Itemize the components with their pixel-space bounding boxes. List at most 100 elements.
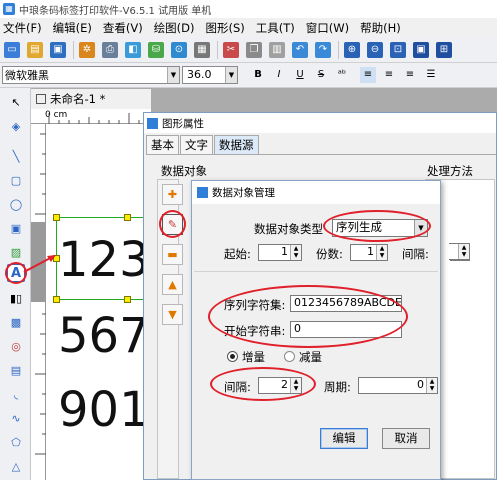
paste-icon[interactable]: ▥ (269, 41, 285, 58)
menu-shape[interactable]: 图形(S) (206, 20, 245, 36)
undo-icon[interactable]: ↶ (292, 41, 308, 58)
object-type-label: 数据对象类型 (254, 222, 323, 236)
horizontal-ruler: 0 cm (31, 109, 151, 124)
print-icon[interactable]: ⎙ (102, 41, 118, 58)
increase-radio[interactable] (227, 351, 238, 362)
resize-handle[interactable] (53, 214, 60, 221)
period-label: 周期: (324, 380, 351, 394)
copies-label: 份数: (316, 247, 343, 261)
highlight-oval (159, 210, 186, 238)
start-spinner[interactable]: 1 ▲ ▼ (258, 244, 302, 261)
document-tab-label: 未命名-1 * (50, 92, 106, 106)
spinner-arrows-icon[interactable]: ▲ ▼ (376, 245, 387, 260)
new-icon[interactable]: ▭ (4, 41, 20, 58)
move-down-icon[interactable]: ▼ (162, 304, 183, 325)
superscript-icon[interactable]: ᵃᵇ (334, 67, 350, 83)
main-toolbar: ▭ ▤ ▣ ✲ ⎙ ◧ ⛁ ⊙ ▦ ✂ ❐ ▥ ↶ ↷ ⊕ ⊖ ⊡ ▣ ⊞ (0, 37, 497, 63)
resize-handle[interactable] (124, 296, 131, 303)
align-center-icon[interactable]: ≡ (381, 67, 397, 83)
menu-window[interactable]: 窗口(W) (306, 20, 349, 36)
arc-icon[interactable]: ◟ (7, 386, 25, 404)
interval-top-spinner-tail[interactable]: ▲ ▼ (449, 243, 470, 260)
menu-file[interactable]: 文件(F) (3, 20, 42, 36)
zoom-out-icon[interactable]: ⊖ (367, 41, 383, 58)
toolbar-separator (73, 40, 74, 59)
line-icon[interactable]: ╲ (7, 148, 25, 166)
export-icon[interactable]: ⊙ (171, 41, 187, 58)
menu-bar: 文件(F) 编辑(E) 查看(V) 绘图(D) 图形(S) 工具(T) 窗口(W… (0, 18, 497, 37)
justify-icon[interactable]: ☰ (423, 67, 439, 83)
period-value: 0 (417, 378, 424, 391)
rectangle-icon[interactable]: ▢ (7, 172, 25, 190)
font-name-select[interactable]: 微软雅黑 ▼ (2, 66, 180, 84)
edit-button[interactable]: 编辑 (320, 428, 368, 449)
print-preview-icon[interactable]: ◧ (125, 41, 141, 58)
highlight-oval (323, 210, 431, 242)
delete-object-icon[interactable]: ▬ (162, 244, 183, 265)
polygon-icon[interactable]: ⬠ (7, 434, 25, 452)
open-icon[interactable]: ▤ (27, 41, 43, 58)
menu-draw[interactable]: 绘图(D) (154, 20, 195, 36)
resize-handle[interactable] (53, 296, 60, 303)
cut-icon[interactable]: ✂ (223, 41, 239, 58)
properties-title-bar: 图形属性 (144, 113, 496, 133)
document-tab[interactable]: 未命名-1 * (31, 89, 151, 109)
interval-top-label: 间隔: (402, 247, 429, 261)
spinner-arrows-icon[interactable]: ▲ ▼ (426, 378, 437, 393)
bold-button[interactable]: B (250, 67, 266, 83)
zoom-in-icon[interactable]: ⊕ (344, 41, 360, 58)
zoom-page-icon[interactable]: ▣ (413, 41, 429, 58)
tab-basic[interactable]: 基本 (146, 135, 179, 155)
grid-icon[interactable]: ▦ (194, 41, 210, 58)
align-left-icon[interactable]: ≡ (360, 67, 376, 83)
actual-size-icon[interactable]: ⊞ (436, 41, 452, 58)
cancel-button[interactable]: 取消 (382, 428, 430, 449)
rounded-rect-icon[interactable]: ▣ (7, 220, 25, 238)
zoom-fit-icon[interactable]: ⊡ (390, 41, 406, 58)
strikethrough-button[interactable]: S (313, 67, 329, 83)
rotate-icon[interactable]: ◈ (7, 118, 25, 136)
period-spinner[interactable]: 0 ▲ ▼ (358, 377, 438, 394)
italic-button[interactable]: I (271, 67, 287, 83)
app-logo-icon: ▦ (3, 3, 15, 15)
database-icon[interactable]: ⛁ (148, 41, 164, 58)
tab-text[interactable]: 文字 (180, 135, 213, 155)
menu-tools[interactable]: 工具(T) (256, 20, 295, 36)
align-right-icon[interactable]: ≡ (402, 67, 418, 83)
preview-line-2: 567 (58, 308, 150, 364)
shape-icon[interactable]: ◎ (7, 338, 25, 356)
preview-line-1: 123 (58, 232, 150, 288)
underline-button[interactable]: U (292, 67, 308, 83)
move-up-icon[interactable]: ▲ (162, 274, 183, 295)
barcode-icon[interactable]: ▮▯ (7, 290, 25, 308)
menu-help[interactable]: 帮助(H) (360, 20, 401, 36)
ellipse-icon[interactable]: ◯ (7, 196, 25, 214)
data-objects-label: 数据对象 (161, 164, 207, 178)
menu-view[interactable]: 查看(V) (103, 20, 143, 36)
select-arrow-icon[interactable]: ↖ (7, 94, 25, 112)
resize-handle[interactable] (124, 214, 131, 221)
font-size-select[interactable]: 36.0 ▼ (182, 66, 238, 84)
copies-spinner[interactable]: 1 ▲ ▼ (350, 244, 388, 261)
spinner-arrows-icon[interactable]: ▲ ▼ (458, 244, 469, 259)
tab-data-source[interactable]: 数据源 (214, 135, 259, 155)
copy-icon[interactable]: ❐ (246, 41, 262, 58)
chevron-down-icon[interactable]: ▼ (225, 67, 237, 83)
table-icon[interactable]: ▤ (7, 362, 25, 380)
menu-edit[interactable]: 编辑(E) (53, 20, 92, 36)
settings-icon[interactable]: ✲ (79, 41, 95, 58)
qrcode-icon[interactable]: ▩ (7, 314, 25, 332)
start-label: 起始: (224, 247, 251, 261)
copies-value: 1 (367, 245, 374, 258)
spinner-arrows-icon[interactable]: ▲ ▼ (290, 245, 301, 260)
add-object-icon[interactable]: ✚ (162, 184, 183, 205)
triangle-icon[interactable]: △ (7, 458, 25, 476)
highlight-oval (210, 367, 316, 401)
redo-icon[interactable]: ↷ (315, 41, 331, 58)
save-icon[interactable]: ▣ (50, 41, 66, 58)
section-divider (194, 271, 438, 272)
document-icon (36, 94, 46, 104)
curve-icon[interactable]: ∿ (7, 410, 25, 428)
decrease-radio[interactable] (284, 351, 295, 362)
chevron-down-icon[interactable]: ▼ (167, 67, 179, 83)
